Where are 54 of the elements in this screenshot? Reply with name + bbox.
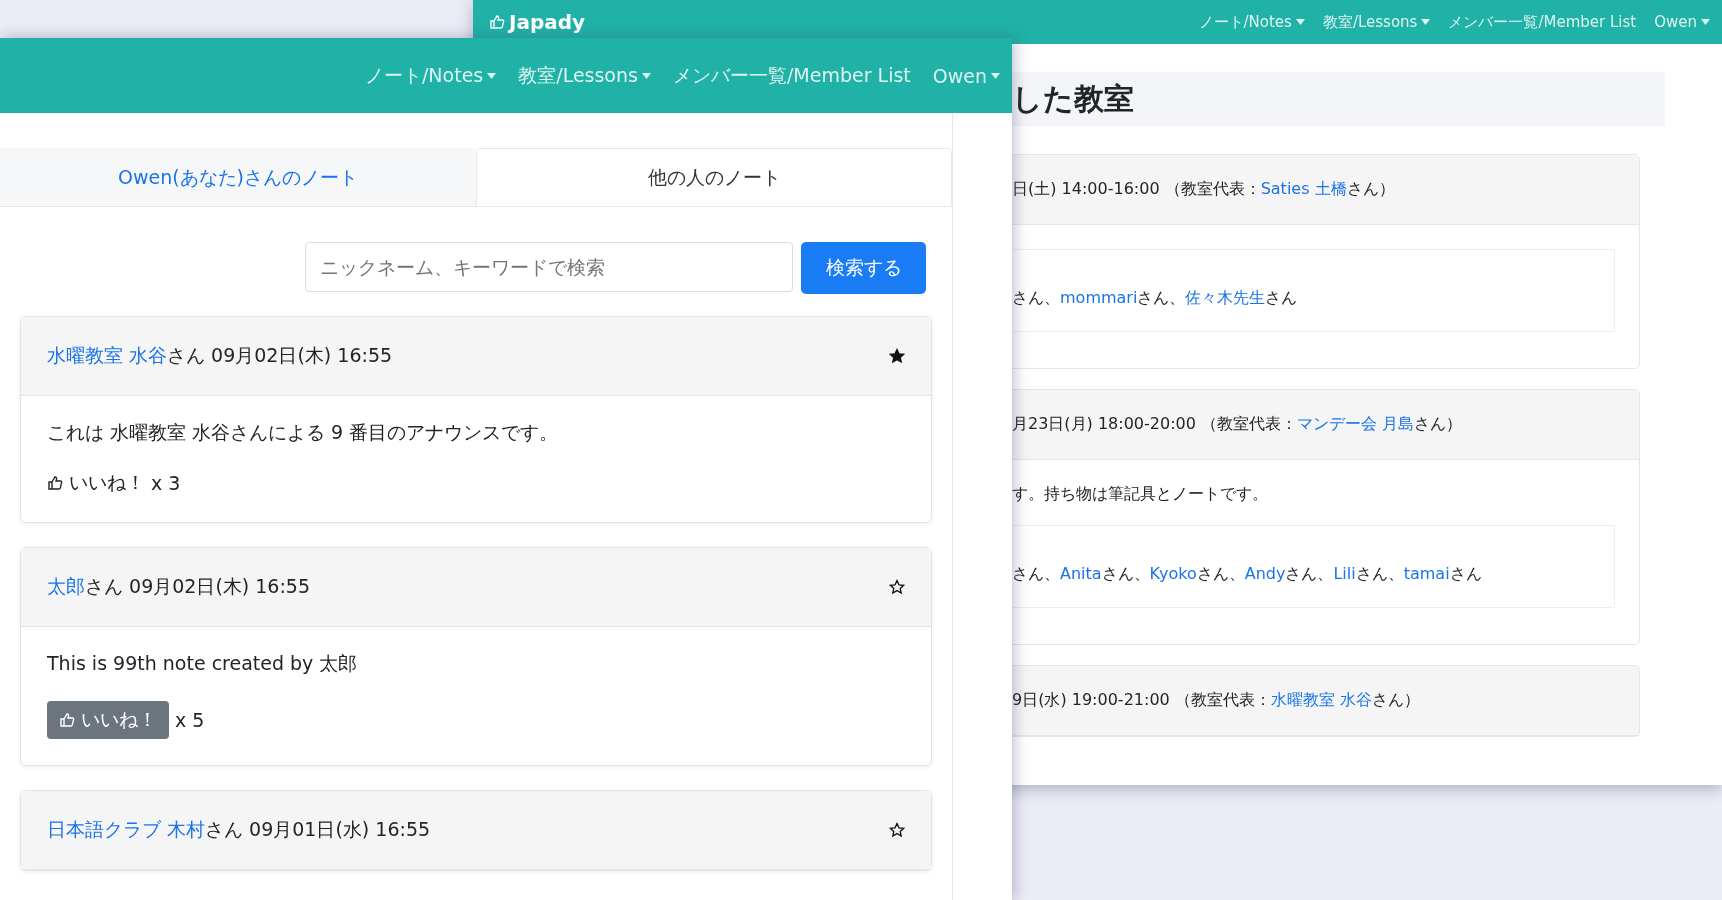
host-link[interactable]: マンデー会 月島: [1297, 414, 1415, 433]
note-header: 太郎さん 09月02日(木) 16:55: [47, 574, 311, 599]
search-field[interactable]: ニックネーム、キーワードで検索: [305, 242, 793, 292]
lesson-description: す。持ち物は筆記具とノートです。: [1012, 484, 1269, 505]
star-icon[interactable]: [889, 822, 905, 838]
star-icon[interactable]: [889, 579, 905, 595]
search-button[interactable]: 検索する: [801, 242, 926, 294]
host-link[interactable]: 水曜教室 水谷: [1270, 690, 1372, 709]
author-link[interactable]: 日本語クラブ 木村: [47, 818, 206, 840]
author-link[interactable]: 太郎: [47, 575, 85, 597]
tab[interactable]: 他の人のノート: [476, 148, 952, 206]
nav-link[interactable]: ノート/Notes: [1198, 12, 1305, 32]
note-text: これは 水曜教室 水谷さんによる 9 番目のアナウンスです。: [47, 420, 560, 445]
participant-link[interactable]: Anita: [1060, 564, 1102, 583]
participant-link[interactable]: Kyoko: [1149, 564, 1197, 583]
nav-link[interactable]: 教室/Lessons: [1322, 12, 1431, 32]
nav-link[interactable]: ノート/Notes: [364, 62, 497, 89]
thumbs-up-icon: [489, 14, 505, 30]
caret-icon: [641, 72, 651, 79]
caret-icon: [1295, 19, 1305, 25]
like-count: x 3: [151, 472, 181, 494]
like-button[interactable]: いいね！: [47, 701, 169, 739]
author-link[interactable]: 水曜教室 水谷: [47, 344, 168, 366]
page-heading: した教室: [1012, 79, 1134, 118]
thumbs-up-icon: [47, 475, 63, 491]
caret-icon: [1421, 19, 1431, 25]
caret-icon: [1701, 19, 1710, 25]
like-button[interactable]: いいね！: [47, 470, 145, 496]
nav-link[interactable]: メンバー一覧/Member List: [672, 62, 911, 89]
host-link[interactable]: Saties 土橋: [1260, 179, 1347, 198]
nav-link[interactable]: Owen: [932, 64, 1000, 87]
logo[interactable]: Japady: [489, 10, 586, 34]
lesson-header: 月23日(月) 18:00-20:00 （教室代表：マンデー会 月島さん）: [1012, 414, 1463, 433]
participant-link[interactable]: mommari: [1060, 288, 1138, 307]
nav-link[interactable]: 教室/Lessons: [518, 62, 651, 89]
star-icon[interactable]: [889, 348, 905, 364]
tab[interactable]: Owen(あなた)さんのノート: [0, 148, 476, 206]
participant-link[interactable]: tamai: [1403, 564, 1450, 583]
participant-list: さん、Anita さん、Kyokoさん、Andyさん、Liliさん、tamaiさん: [1012, 564, 1482, 583]
note-text: This is 99th note created by 太郎: [47, 651, 359, 676]
participant-link[interactable]: Andy: [1244, 564, 1286, 583]
lesson-header: 9日(水) 19:00-21:00 （教室代表：水曜教室 水谷さん）: [1012, 690, 1420, 709]
nav-link[interactable]: Owen: [1654, 12, 1710, 32]
nav-link[interactable]: メンバー一覧/Member List: [1448, 12, 1637, 32]
caret-icon: [991, 72, 1000, 79]
like-count: x 5: [175, 709, 205, 731]
caret-icon: [487, 72, 497, 79]
participant-list: さん、mommariさん、佐々木先生さん: [1012, 288, 1298, 307]
note-header: 水曜教室 水谷さん 09月02日(木) 16:55: [47, 343, 393, 368]
participant-link[interactable]: Lili: [1333, 564, 1356, 583]
lesson-header: 日(土) 14:00-16:00 （教室代表：Saties 土橋さん）: [1012, 179, 1395, 198]
thumbs-up-icon: [59, 712, 75, 728]
participant-link[interactable]: 佐々木先生: [1185, 288, 1266, 307]
note-header: 日本語クラブ 木村さん 09月01日(水) 16:55: [47, 817, 431, 842]
